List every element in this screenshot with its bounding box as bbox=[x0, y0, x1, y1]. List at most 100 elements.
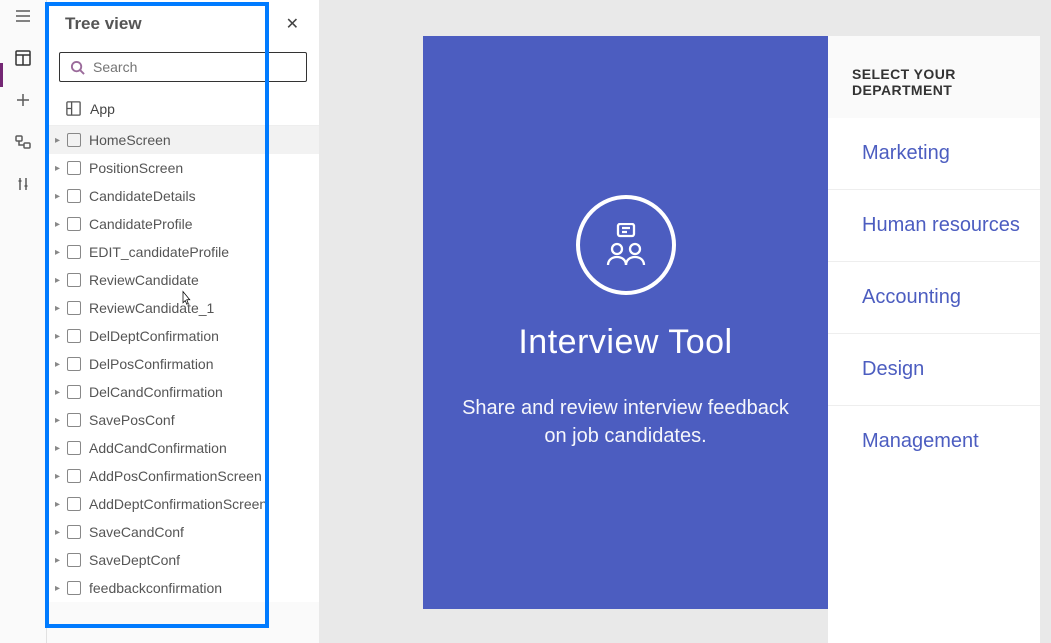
chevron-right-icon: ▸ bbox=[55, 443, 65, 454]
app-label: App bbox=[90, 101, 115, 117]
tree-item[interactable]: ▸HomeScreen··· bbox=[47, 126, 319, 154]
tree-panel: Tree view ✕ App ▸HomeScreen···▸PositionS… bbox=[47, 0, 319, 602]
app-root[interactable]: App bbox=[47, 92, 319, 126]
data-icon[interactable] bbox=[13, 132, 33, 152]
tree-item[interactable]: ▸ SavePosConf bbox=[47, 406, 319, 434]
hamburger-icon[interactable] bbox=[13, 6, 33, 26]
canvas: Interview Tool Share and review intervie… bbox=[319, 0, 1051, 643]
tree-item-label: feedbackconfirmation bbox=[89, 580, 319, 596]
tree-item[interactable]: ▸ AddDeptConfirmationScreen bbox=[47, 490, 319, 518]
screen-icon bbox=[67, 217, 81, 231]
tree-list: ▸HomeScreen···▸PositionScreen▸CandidateD… bbox=[47, 126, 319, 602]
screen-icon bbox=[67, 581, 81, 595]
left-rail bbox=[0, 0, 47, 643]
search-icon bbox=[70, 60, 85, 75]
tree-item[interactable]: ▸ CandidateProfile bbox=[47, 210, 319, 238]
tree-item-label: EDIT_candidateProfile bbox=[89, 244, 319, 260]
tree-item[interactable]: ▸ DelPosConfirmation bbox=[47, 350, 319, 378]
tree-item[interactable]: ▸ DelDeptConfirmation bbox=[47, 322, 319, 350]
tree-item-label: PositionScreen bbox=[89, 160, 319, 176]
tools-icon[interactable] bbox=[13, 174, 33, 194]
search-wrap bbox=[47, 46, 319, 92]
tree-item[interactable]: ▸ SaveCandConf bbox=[47, 518, 319, 546]
screen-icon bbox=[67, 525, 81, 539]
chevron-right-icon: ▸ bbox=[55, 163, 65, 174]
chevron-right-icon: ▸ bbox=[55, 499, 65, 510]
chevron-right-icon: ▸ bbox=[55, 275, 65, 286]
screen-icon bbox=[67, 413, 81, 427]
chevron-right-icon: ▸ bbox=[55, 471, 65, 482]
tree-item-label: SavePosConf bbox=[89, 412, 319, 428]
screen-icon bbox=[67, 441, 81, 455]
dept-heading: SELECT YOUR DEPARTMENT bbox=[828, 36, 1040, 118]
search-box[interactable] bbox=[59, 52, 307, 82]
screen-icon bbox=[67, 469, 81, 483]
tree-item-label: AddPosConfirmationScreen bbox=[89, 468, 319, 484]
tree-item-label: SaveCandConf bbox=[89, 524, 319, 540]
app-icon bbox=[65, 100, 82, 117]
tree-item[interactable]: ▸ CandidateDetails bbox=[47, 182, 319, 210]
screen-icon bbox=[67, 497, 81, 511]
chevron-right-icon: ▸ bbox=[55, 527, 65, 538]
tree-item[interactable]: ▸ EDIT_candidateProfile bbox=[47, 238, 319, 266]
dept-item[interactable]: Marketing bbox=[828, 118, 1040, 190]
panel-header: Tree view ✕ bbox=[47, 0, 319, 46]
panel-title: Tree view bbox=[65, 14, 142, 34]
search-input[interactable] bbox=[93, 59, 296, 75]
screen-icon bbox=[67, 273, 81, 287]
dept-item[interactable]: Management bbox=[828, 406, 1040, 477]
preview-subtitle: Share and review interview feedback on j… bbox=[453, 394, 798, 450]
screen-icon bbox=[67, 161, 81, 175]
screen-icon bbox=[67, 357, 81, 371]
screen-icon bbox=[67, 133, 81, 147]
dept-panel: SELECT YOUR DEPARTMENT MarketingHuman re… bbox=[828, 36, 1040, 643]
chevron-right-icon: ▸ bbox=[55, 415, 65, 426]
chevron-right-icon: ▸ bbox=[55, 583, 65, 594]
tree-item[interactable]: ▸ SaveDeptConf bbox=[47, 546, 319, 574]
screen-icon bbox=[67, 329, 81, 343]
screen-icon bbox=[67, 189, 81, 203]
preview-title: Interview Tool bbox=[518, 323, 732, 362]
interview-logo-icon bbox=[576, 195, 676, 295]
plus-icon[interactable] bbox=[13, 90, 33, 110]
tree-item[interactable]: ▸ feedbackconfirmation bbox=[47, 574, 319, 602]
chevron-right-icon: ▸ bbox=[55, 555, 65, 566]
chevron-right-icon: ▸ bbox=[55, 135, 65, 146]
tree-item-label: AddDeptConfirmationScreen bbox=[89, 496, 319, 512]
screen-icon bbox=[67, 385, 81, 399]
screen-icon bbox=[67, 245, 81, 259]
tree-item-label: CandidateProfile bbox=[89, 216, 319, 232]
tree-item[interactable]: ▸ PositionScreen bbox=[47, 154, 319, 182]
tree-item-label: CandidateDetails bbox=[89, 188, 319, 204]
close-icon[interactable]: ✕ bbox=[282, 10, 303, 38]
screen-icon bbox=[67, 301, 81, 315]
rail-accent bbox=[0, 63, 3, 87]
tree-item[interactable]: ▸ ReviewCandidate_1 bbox=[47, 294, 319, 322]
preview-card: Interview Tool Share and review intervie… bbox=[423, 36, 828, 609]
chevron-right-icon: ▸ bbox=[55, 247, 65, 258]
dept-list: MarketingHuman resourcesAccountingDesign… bbox=[828, 118, 1040, 477]
chevron-right-icon: ▸ bbox=[55, 303, 65, 314]
chevron-right-icon: ▸ bbox=[55, 387, 65, 398]
chevron-right-icon: ▸ bbox=[55, 191, 65, 202]
tree-item[interactable]: ▸ AddCandConfirmation bbox=[47, 434, 319, 462]
tree-panel-wrap: Tree view ✕ App ▸HomeScreen···▸PositionS… bbox=[47, 0, 319, 643]
dept-item[interactable]: Design bbox=[828, 334, 1040, 406]
tree-item[interactable]: ▸ReviewCandidate··· bbox=[47, 266, 319, 294]
tree-item[interactable]: ▸DelCandConfirmation bbox=[47, 378, 319, 406]
chevron-right-icon: ▸ bbox=[55, 359, 65, 370]
tree-item-label: DelDeptConfirmation bbox=[89, 328, 319, 344]
tree-item-label: DelPosConfirmation bbox=[89, 356, 319, 372]
tree-view-icon[interactable] bbox=[13, 48, 33, 68]
chevron-right-icon: ▸ bbox=[55, 331, 65, 342]
dept-item[interactable]: Accounting bbox=[828, 262, 1040, 334]
tree-item-label: AddCandConfirmation bbox=[89, 440, 319, 456]
tree-item-label: HomeScreen bbox=[89, 132, 319, 148]
dept-item[interactable]: Human resources bbox=[828, 190, 1040, 262]
tree-item-label: ReviewCandidate_1 bbox=[89, 300, 319, 316]
tree-item-label: ReviewCandidate bbox=[89, 272, 319, 288]
tree-item-label: SaveDeptConf bbox=[89, 552, 319, 568]
screen-icon bbox=[67, 553, 81, 567]
tree-item[interactable]: ▸ AddPosConfirmationScreen bbox=[47, 462, 319, 490]
chevron-right-icon: ▸ bbox=[55, 219, 65, 230]
